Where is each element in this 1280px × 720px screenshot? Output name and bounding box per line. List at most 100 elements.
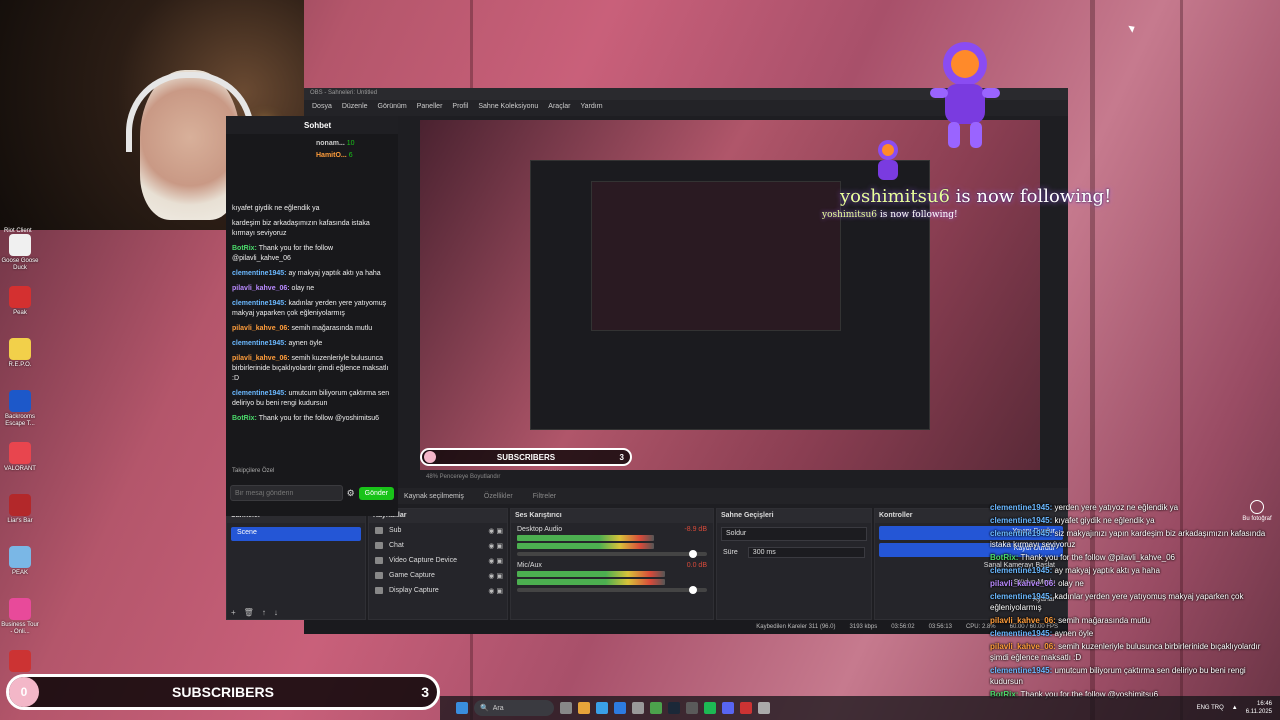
- edge-icon[interactable]: [596, 702, 608, 714]
- spotify-icon[interactable]: [704, 702, 716, 714]
- desktop-icon[interactable]: Liar's Bar: [0, 490, 40, 540]
- chrome-icon[interactable]: [650, 702, 662, 714]
- source-item[interactable]: Display Capture ◉ ▣: [369, 583, 507, 598]
- mixer-channel-db: -8.9 dB: [684, 526, 707, 533]
- task-view-icon[interactable]: [560, 702, 572, 714]
- menu-item[interactable]: Yardım: [580, 103, 602, 113]
- language-indicator[interactable]: ENG TRQ: [1197, 705, 1224, 711]
- bitrate: 3193 kbps: [849, 624, 878, 630]
- duration-input[interactable]: 300 ms: [747, 547, 865, 558]
- overlay-chat-text: Thank you for the follow @pilavli_kahve_…: [1020, 553, 1175, 562]
- transition-select[interactable]: Soldur: [721, 527, 867, 541]
- visibility-icon[interactable]: ◉ ▣: [488, 587, 503, 595]
- chat-message: kıyafet giydik ne eğlendik ya: [232, 204, 392, 214]
- desktop-icon[interactable]: R.E.P.O.: [0, 334, 40, 384]
- menu-item[interactable]: Araçlar: [548, 103, 570, 113]
- visibility-icon[interactable]: ◉ ▣: [488, 557, 503, 565]
- app-icon: [9, 234, 31, 256]
- desktop-icon[interactable]: VALORANT: [0, 438, 40, 488]
- volume-meter: [517, 579, 666, 585]
- menu-item[interactable]: Düzenle: [342, 103, 368, 113]
- chat-username[interactable]: BotRix:: [232, 245, 257, 252]
- overlay-chat-username: clementine1945:: [990, 592, 1053, 601]
- chat-message: kardeşim biz arkadaşımızın kafasında ist…: [232, 219, 392, 239]
- source-item[interactable]: Sub ◉ ▣: [369, 523, 507, 538]
- volume-meter: [517, 571, 666, 577]
- chat-username[interactable]: BotRix:: [232, 415, 257, 422]
- preview-status: 48% Pencereye Boyutlandır: [426, 474, 501, 480]
- filters-button[interactable]: Filtreler: [533, 493, 556, 500]
- wifi-icon[interactable]: ▲: [1232, 705, 1238, 711]
- follow-alert-echo: yoshimitsu6 is now following!: [822, 210, 958, 220]
- viewer-name: HamitO...: [316, 152, 347, 159]
- clock[interactable]: 16:46 6.11.2025: [1246, 700, 1272, 716]
- visibility-icon[interactable]: ◉ ▣: [488, 542, 503, 550]
- desktop-icon[interactable]: Goose Goose Duck: [0, 230, 40, 280]
- overlay-chat-message: clementine1945: siz makyajınızı yapın ka…: [990, 528, 1280, 550]
- discord-icon[interactable]: [722, 702, 734, 714]
- camera-icon[interactable]: [1250, 500, 1264, 514]
- desktop-icons: Goose Goose Duck Peak R.E.P.O. Backrooms Es…: [0, 230, 40, 698]
- source-item[interactable]: Video Capture Device ◉ ▣: [369, 553, 507, 568]
- chat-username[interactable]: pilavli_kahve_06:: [232, 285, 290, 292]
- chat-text: kardeşim biz arkadaşımızın kafasında ist…: [232, 220, 370, 237]
- taskbar-search[interactable]: 🔍 Ara: [474, 700, 554, 716]
- overlay-chat-message: BotRix: Thank you for the follow @pilavl…: [990, 552, 1280, 563]
- obs-icon[interactable]: [686, 702, 698, 714]
- desktop-icon-label: Business Tour - Onli...: [1, 622, 39, 635]
- source-name: Chat: [389, 542, 404, 549]
- desktop-icon-label: Peak: [13, 310, 27, 316]
- source-item[interactable]: Chat ◉ ▣: [369, 538, 507, 553]
- scene-item[interactable]: Scene: [231, 527, 361, 541]
- followers-only-label: Takipçilere Özel: [232, 468, 275, 474]
- desktop-icon[interactable]: PEAK: [0, 542, 40, 592]
- chat-message-input[interactable]: [230, 485, 343, 501]
- menu-item[interactable]: Dosya: [312, 103, 332, 113]
- menu-item[interactable]: Paneller: [417, 103, 443, 113]
- chat-username[interactable]: clementine1945:: [232, 340, 286, 347]
- source-item[interactable]: Game Capture ◉ ▣: [369, 568, 507, 583]
- sources-list: Sub ◉ ▣ Chat ◉ ▣ Video Capture Device ◉ ▣ Game…: [369, 523, 507, 598]
- menu-item[interactable]: Sahne Koleksiyonu: [478, 103, 538, 113]
- right-badge-label: Bu fotoğraf: [1242, 516, 1272, 522]
- add-icon[interactable]: +: [231, 608, 236, 617]
- scenes-footer: + 🗑 ↑ ↓: [231, 608, 278, 617]
- chat-text: aynen öyle: [288, 340, 323, 347]
- visibility-icon[interactable]: ◉ ▣: [488, 527, 503, 535]
- riot-icon[interactable]: [740, 702, 752, 714]
- menu-item[interactable]: Profil: [452, 103, 468, 113]
- visibility-icon[interactable]: ◉ ▣: [488, 572, 503, 580]
- store-icon[interactable]: [632, 702, 644, 714]
- chat-username[interactable]: clementine1945:: [232, 300, 286, 307]
- desktop-icon[interactable]: Business Tour - Onli...: [0, 594, 40, 644]
- properties-button[interactable]: Özellikler: [484, 493, 513, 500]
- menu-item[interactable]: Görünüm: [378, 103, 407, 113]
- desktop-icon-label: R.E.P.O.: [8, 362, 32, 368]
- send-button[interactable]: Gönder: [358, 486, 394, 500]
- volume-slider[interactable]: [517, 550, 707, 558]
- overlay-chat-username: clementine1945:: [990, 529, 1053, 538]
- source-toolbar: Kaynak seçilmemiş Özellikler Filtreler: [304, 488, 1068, 504]
- settings-icon[interactable]: [758, 702, 770, 714]
- obs-preview[interactable]: [420, 120, 1040, 470]
- chat-panel: Sohbet nonam... 10 HamitO... 6 kıyafet gi…: [226, 116, 398, 516]
- windows-start-icon[interactable]: [456, 702, 468, 714]
- clock-time: 16:46: [1256, 701, 1272, 707]
- chat-username[interactable]: clementine1945:: [232, 390, 286, 397]
- remove-icon[interactable]: 🗑: [244, 608, 254, 617]
- chat-username[interactable]: pilavli_kahve_06:: [232, 325, 290, 332]
- desktop-icon-label: Liar's Bar: [7, 518, 33, 524]
- up-icon[interactable]: ↑: [262, 608, 266, 617]
- volume-slider[interactable]: [517, 586, 707, 594]
- steam-icon[interactable]: [668, 702, 680, 714]
- desktop-icon[interactable]: Peak: [0, 282, 40, 332]
- mail-icon[interactable]: [614, 702, 626, 714]
- chat-username[interactable]: pilavli_kahve_06:: [232, 355, 290, 362]
- chat-username[interactable]: clementine1945:: [232, 270, 286, 277]
- chat-message: clementine1945: kadınlar yerden yere yat…: [232, 299, 392, 319]
- file-explorer-icon[interactable]: [578, 702, 590, 714]
- settings-icon[interactable]: ⚙: [347, 488, 355, 499]
- down-icon[interactable]: ↓: [274, 608, 278, 617]
- follow-text: is now following!: [949, 186, 1112, 207]
- desktop-icon[interactable]: Backrooms Escape T...: [0, 386, 40, 436]
